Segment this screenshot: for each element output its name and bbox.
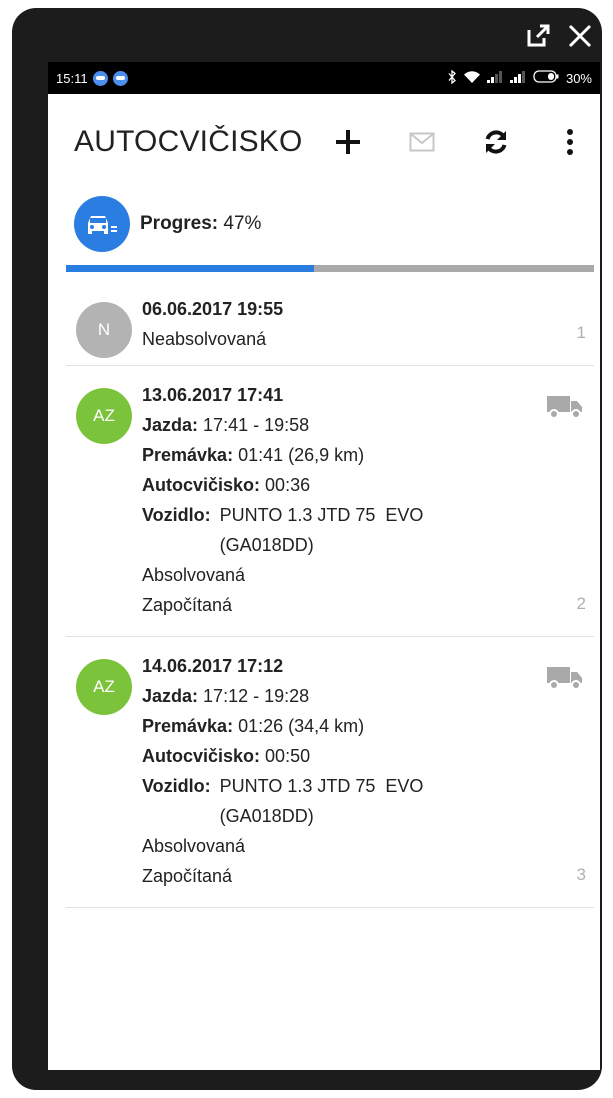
avatar: N (76, 302, 132, 358)
truck-icon (546, 394, 584, 425)
phone-frame: 15:11 30% AUTOCVIČISKO Progres: 47% N 06… (12, 8, 602, 1090)
avatar: AZ (76, 388, 132, 444)
jazda-label: Jazda: (142, 415, 199, 435)
premavka-value: 01:41 (26,9 km) (238, 445, 365, 465)
lesson-list: N 06.06.2017 19:55 Neabsolvovaná 1 AZ 13… (66, 280, 594, 908)
external-link-icon[interactable] (524, 22, 552, 55)
jazda-value: 17:41 - 19:58 (203, 415, 310, 435)
entry-status: Započítaná (142, 595, 233, 615)
progress-text: Progres: 47% (140, 213, 261, 235)
entry-status: Započítaná (142, 866, 233, 886)
add-icon (336, 130, 360, 154)
avatar: AZ (76, 659, 132, 715)
entry-status: Absolvovaná (142, 565, 246, 585)
list-item[interactable]: AZ 14.06.2017 17:12 Jazda: 17:12 - 19:28… (66, 637, 594, 908)
autocvicisko-label: Autocvičisko: (142, 475, 261, 495)
progress-value: 47% (223, 213, 262, 234)
autocvicisko-value: 00:36 (265, 475, 311, 495)
battery-percent: 30% (565, 70, 592, 86)
app-title: AUTOCVIČISKO (74, 125, 303, 158)
jazda-value: 17:12 - 19:28 (203, 686, 310, 706)
jazda-label: Jazda: (142, 686, 199, 706)
notification-icon (112, 70, 128, 86)
list-item[interactable]: N 06.06.2017 19:55 Neabsolvovaná 1 (66, 280, 594, 366)
battery-icon (533, 70, 559, 86)
entry-status: Absolvovaná (142, 836, 246, 856)
notification-icon (92, 70, 108, 86)
add-button[interactable] (330, 124, 366, 160)
vozidlo-plate: (GA018DD) (219, 806, 314, 826)
vozidlo-name: PUNTO 1.3 JTD 75 EVO (219, 776, 424, 796)
sync-icon (485, 130, 507, 154)
window-controls (524, 20, 594, 56)
toolbar: AUTOCVIČISKO (48, 94, 600, 190)
entry-number: 3 (576, 865, 586, 884)
more-button[interactable] (552, 124, 588, 160)
more-vert-icon (567, 129, 573, 155)
wifi-icon (463, 70, 480, 86)
mail-icon (409, 132, 435, 152)
vozidlo-name: PUNTO 1.3 JTD 75 EVO (219, 505, 424, 525)
list-item[interactable]: AZ 13.06.2017 17:41 Jazda: 17:41 - 19:58… (66, 366, 594, 637)
car-icon (74, 196, 130, 252)
bluetooth-icon (447, 69, 457, 87)
close-icon[interactable] (566, 22, 594, 55)
status-time: 15:11 (56, 70, 88, 86)
sync-button[interactable] (478, 124, 514, 160)
vozidlo-label: Vozidlo: (142, 776, 211, 796)
premavka-label: Premávka: (142, 716, 234, 736)
vozidlo-label: Vozidlo: (142, 505, 211, 525)
truck-icon (546, 665, 584, 696)
app-screen: 15:11 30% AUTOCVIČISKO Progres: 47% N 06… (48, 62, 600, 1070)
autocvicisko-value: 00:50 (265, 746, 311, 766)
premavka-value: 01:26 (34,4 km) (238, 716, 365, 736)
progress-bar-fill (66, 265, 315, 272)
entry-date: 14.06.2017 17:12 (142, 656, 284, 676)
progress-label: Progres: (140, 213, 219, 234)
entry-status: Neabsolvovaná (142, 329, 267, 349)
vozidlo-plate: (GA018DD) (219, 535, 314, 555)
mail-button[interactable] (404, 124, 440, 160)
progress-bar (66, 265, 594, 272)
autocvicisko-label: Autocvičisko: (142, 746, 261, 766)
signal-icon (486, 70, 503, 86)
entry-date: 06.06.2017 19:55 (142, 299, 284, 319)
signal-icon (509, 70, 526, 86)
entry-number: 2 (576, 594, 586, 613)
status-bar: 15:11 30% (48, 62, 600, 94)
progress-summary: Progres: 47% (48, 190, 600, 252)
premavka-label: Premávka: (142, 445, 234, 465)
entry-number: 1 (576, 323, 586, 342)
entry-date: 13.06.2017 17:41 (142, 385, 284, 405)
